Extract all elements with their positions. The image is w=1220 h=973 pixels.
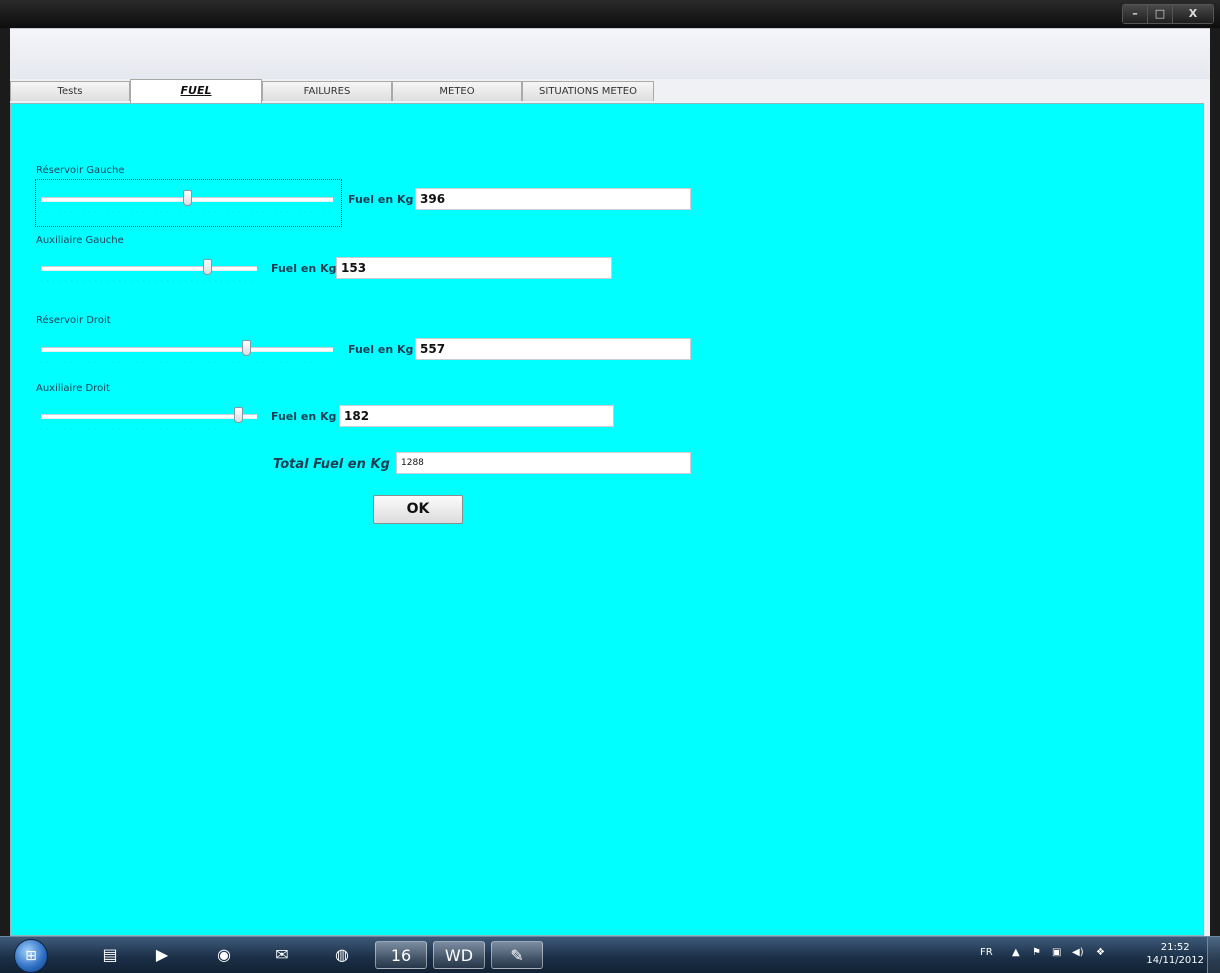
file-explorer-icon[interactable]: ▤: [90, 941, 130, 969]
volume-icon[interactable]: ◀): [1072, 947, 1084, 958]
language-indicator[interactable]: FR: [980, 947, 993, 958]
show-hidden-icons-icon[interactable]: ▲: [1012, 947, 1020, 958]
reservoir-gauche-fuel-label: Fuel en Kg: [348, 193, 414, 206]
clock-time: 21:52: [1160, 942, 1190, 953]
windev-16-icon[interactable]: 16: [375, 941, 427, 969]
network-icon[interactable]: ▣: [1052, 947, 1061, 958]
auxiliaire-droit-fuel-label: Fuel en Kg: [271, 410, 337, 423]
minimize-button[interactable]: –: [1123, 5, 1148, 23]
reservoir-gauche-fuel-input[interactable]: 396: [415, 188, 691, 210]
slider-track: [41, 414, 257, 419]
slider-track: [41, 347, 333, 352]
taskbar: ⊞ ▤ ▶ ◉ ✉ ◍ 16 WD ✎ FR ▲ ⚑ ▣ ◀) ❖ 21:52 …: [0, 936, 1220, 973]
chrome-icon[interactable]: ◍: [322, 941, 362, 969]
show-desktop-button[interactable]: [1207, 937, 1220, 973]
auxiliaire-droit-label: Auxiliaire Droit: [36, 383, 110, 394]
app-window: Tests FUEL FAILURES METEO SITUATIONS MET…: [10, 28, 1210, 936]
slider-ticks: [41, 361, 333, 363]
dropbox-icon[interactable]: ❖: [1096, 947, 1105, 958]
tab-situations-meteo[interactable]: SITUATIONS METEO: [522, 81, 654, 101]
ok-button[interactable]: OK: [373, 495, 463, 524]
slider-thumb[interactable]: [242, 340, 251, 356]
close-button[interactable]: X: [1173, 5, 1213, 23]
action-center-flag-icon[interactable]: ⚑: [1032, 947, 1041, 958]
auxiliaire-droit-fuel-input[interactable]: 182: [339, 405, 614, 427]
paint-icon[interactable]: ✎: [491, 941, 543, 969]
tab-failures[interactable]: FAILURES: [262, 81, 392, 101]
clock[interactable]: 21:52 14/11/2012: [1146, 941, 1204, 967]
slider-ticks: [41, 211, 333, 213]
media-player-icon[interactable]: ▶: [142, 941, 182, 969]
thunderbird-icon[interactable]: ✉: [262, 941, 302, 969]
auxiliaire-gauche-slider[interactable]: [41, 257, 257, 285]
total-fuel-label: Total Fuel en Kg: [273, 457, 390, 472]
fuel-panel: Réservoir Gauche Fuel en Kg 396 Auxiliai…: [10, 103, 1204, 936]
slider-thumb[interactable]: [183, 190, 192, 206]
window-titlebar: – □ X: [0, 0, 1220, 28]
firefox-icon[interactable]: ◉: [204, 941, 244, 969]
tab-meteo[interactable]: METEO: [392, 81, 522, 101]
auxiliaire-gauche-fuel-label: Fuel en Kg: [271, 262, 337, 275]
reservoir-droit-fuel-label: Fuel en Kg: [348, 343, 414, 356]
window-controls: – □ X: [1122, 4, 1214, 24]
auxiliaire-gauche-label: Auxiliaire Gauche: [36, 235, 124, 246]
clock-date: 14/11/2012: [1146, 955, 1204, 966]
auxiliaire-droit-slider[interactable]: [41, 405, 257, 433]
window-top-strip: [10, 28, 1210, 79]
total-fuel-input[interactable]: 1288: [396, 452, 691, 474]
reservoir-droit-label: Réservoir Droit: [36, 315, 111, 326]
slider-thumb[interactable]: [234, 407, 243, 423]
slider-track: [41, 266, 257, 271]
reservoir-droit-fuel-input[interactable]: 557: [415, 338, 691, 360]
reservoir-gauche-slider[interactable]: [41, 188, 333, 216]
tab-fuel[interactable]: FUEL: [130, 79, 262, 103]
windows-start-icon[interactable]: ⊞: [14, 939, 48, 973]
auxiliaire-gauche-fuel-input[interactable]: 153: [336, 257, 612, 279]
tab-tests[interactable]: Tests: [10, 81, 130, 101]
slider-ticks: [41, 428, 257, 430]
slider-ticks: [41, 280, 257, 282]
windev-wd-icon[interactable]: WD: [433, 941, 485, 969]
reservoir-droit-slider[interactable]: [41, 338, 333, 366]
slider-thumb[interactable]: [203, 259, 212, 275]
reservoir-gauche-label: Réservoir Gauche: [36, 165, 125, 176]
system-tray: FR ▲ ⚑ ▣ ◀) ❖ 21:52 14/11/2012: [972, 937, 1220, 973]
maximize-button[interactable]: □: [1148, 5, 1173, 23]
